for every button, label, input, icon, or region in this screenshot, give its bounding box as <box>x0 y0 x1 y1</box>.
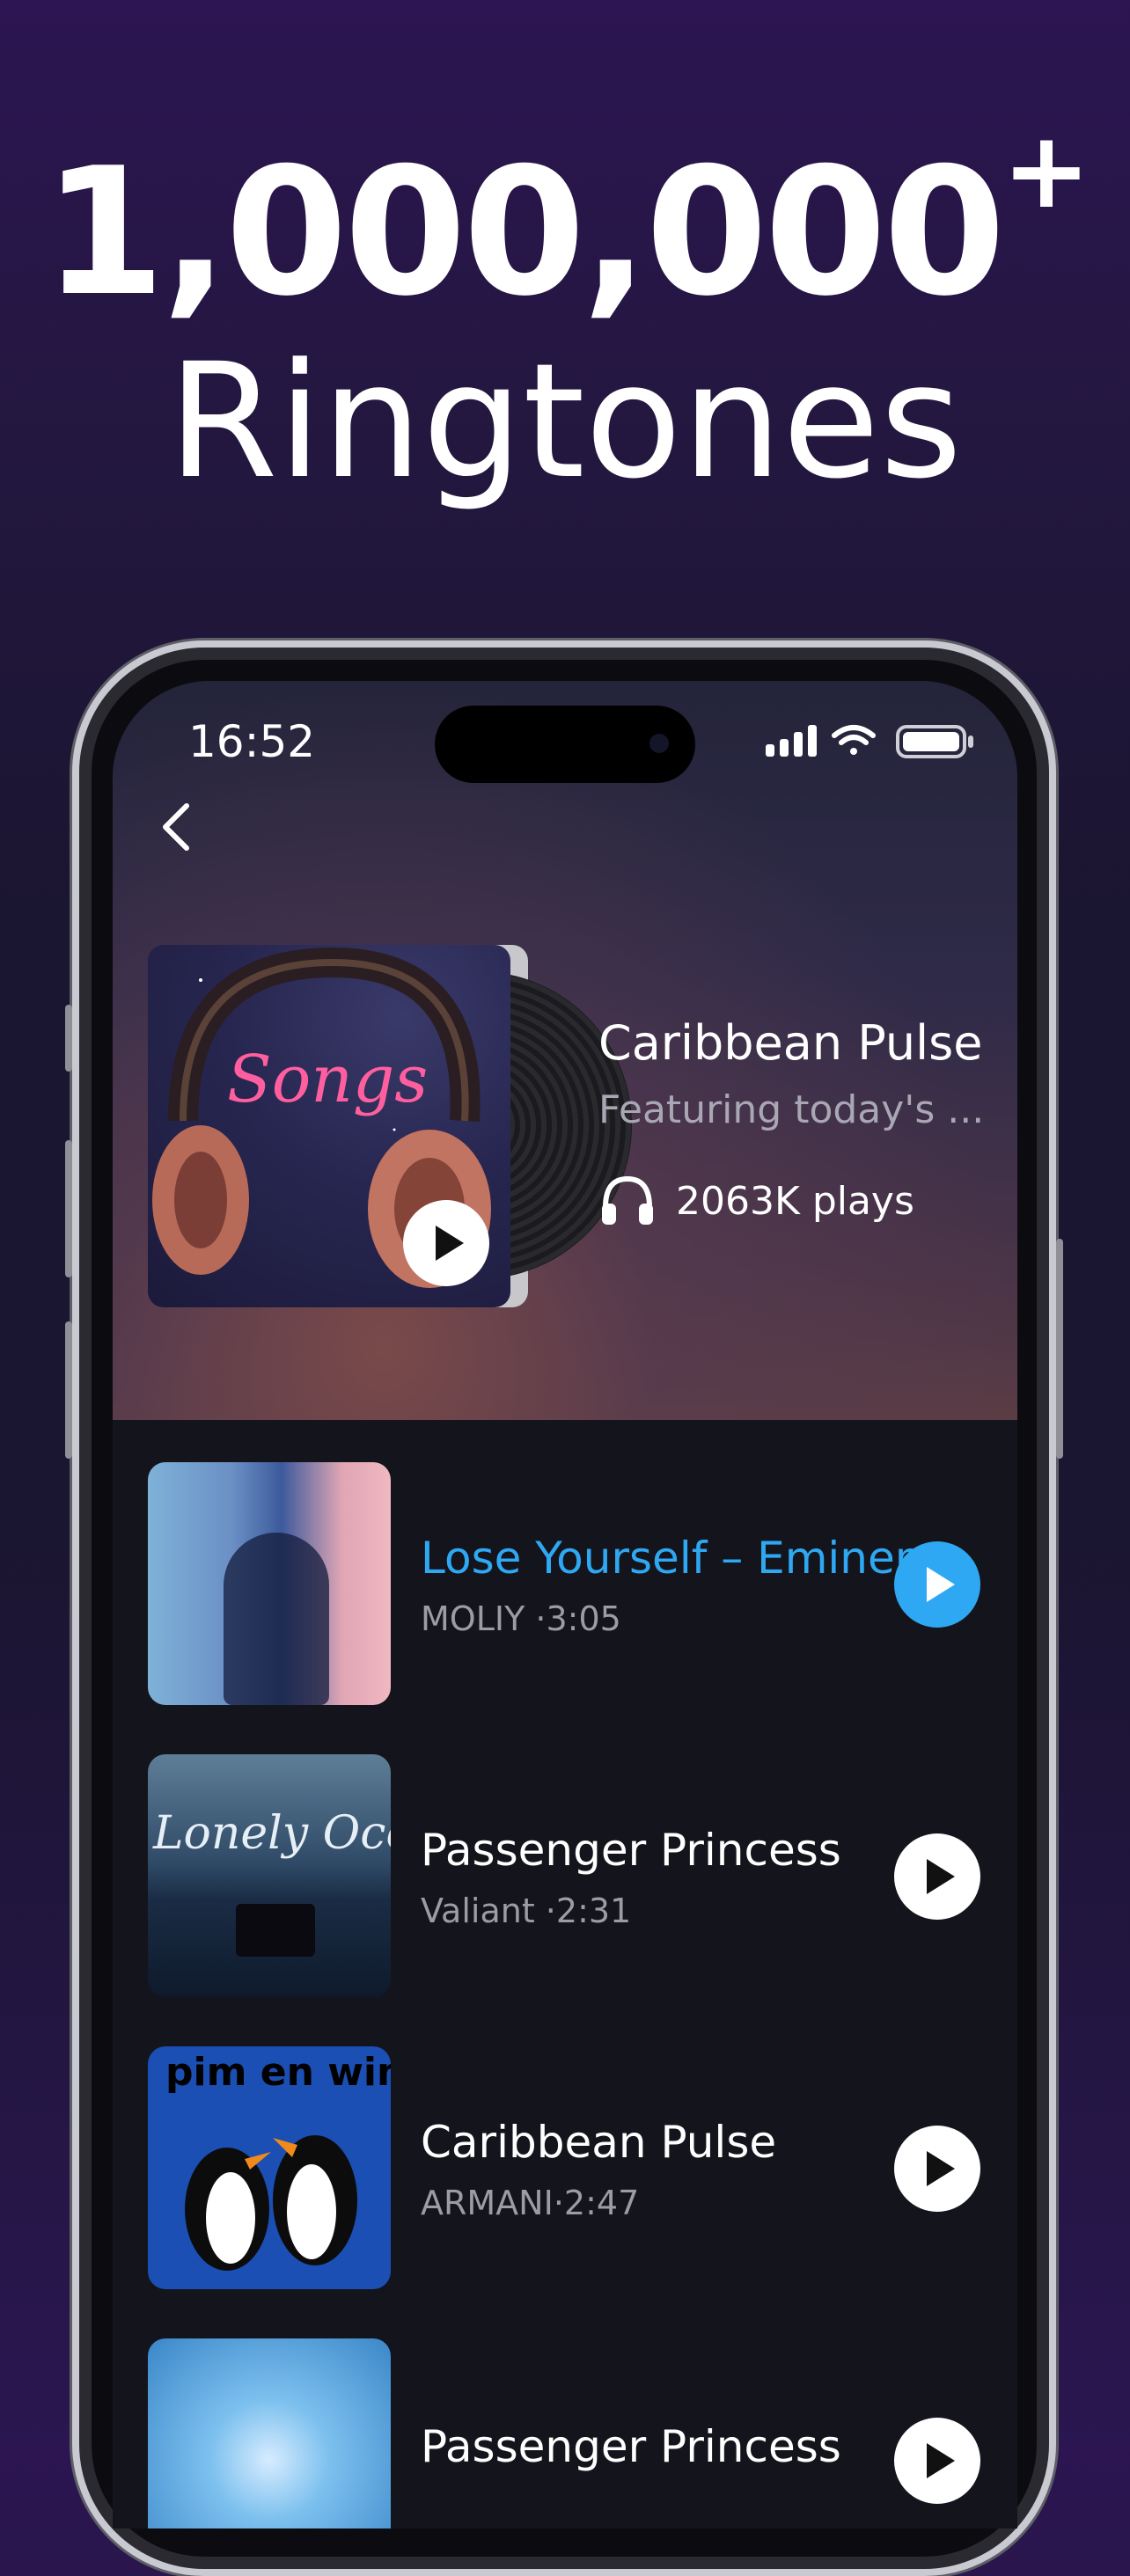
track-thumbnail: Lonely Ocean <box>148 1754 391 1997</box>
play-icon <box>436 1226 464 1261</box>
signal-icon <box>766 725 817 757</box>
playlist-title: Caribbean Pulse <box>598 1015 983 1071</box>
back-button[interactable] <box>148 795 209 857</box>
silhouette-image <box>224 1533 329 1705</box>
track-title: Caribbean Pulse <box>421 2117 777 2168</box>
playlist-plays: 2063K plays <box>598 1172 914 1230</box>
track-duration: 2:31 <box>555 1892 632 1930</box>
track-title: Passenger Princess <box>421 1825 841 1876</box>
play-playlist-button[interactable] <box>403 1200 489 1286</box>
volume-up-button <box>65 1140 72 1277</box>
play-button[interactable] <box>894 2418 980 2504</box>
phone-screen: 16:52 Songs Caribbean Pulse Featuring to… <box>113 681 1017 2528</box>
side-button <box>65 1005 72 1072</box>
play-icon <box>927 1567 955 1602</box>
headline-word: Ringtones <box>167 330 963 514</box>
power-button <box>1056 1239 1063 1459</box>
track-artist: MOLIY <box>421 1599 525 1638</box>
volume-down-button <box>65 1321 72 1459</box>
play-icon <box>927 1859 955 1894</box>
track-title: Lose Yourself – Eminem <box>421 1533 938 1584</box>
track-thumbnail: pim en wim <box>148 2046 391 2289</box>
track-meta: Valiant ·2:31 <box>421 1892 632 1930</box>
list-item[interactable]: pim en wim Caribbean Pulse ARMANI·2:47 <box>148 2046 993 2289</box>
playlist-subtitle: Featuring today's ... <box>598 1087 985 1132</box>
penguins-illustration <box>185 2135 357 2271</box>
track-title: Passenger Princess <box>421 2421 841 2472</box>
status-time: 16:52 <box>188 716 316 767</box>
track-duration: 3:05 <box>546 1599 621 1638</box>
list-item[interactable]: Lonely Ocean Passenger Princess Valiant … <box>148 1754 993 1997</box>
playlist-cover[interactable]: Songs <box>148 945 632 1307</box>
plays-count: 2063K plays <box>676 1178 914 1224</box>
track-artist: Valiant <box>421 1892 535 1930</box>
track-artist: ARMANI <box>421 2184 554 2222</box>
track-meta: MOLIY ·3:05 <box>421 1599 621 1638</box>
play-icon <box>927 2443 955 2478</box>
cover-text: Songs <box>227 1042 429 1117</box>
status-icons <box>766 725 973 758</box>
play-button[interactable] <box>894 1833 980 1920</box>
play-button[interactable] <box>894 1541 980 1628</box>
playlist-header: 16:52 Songs Caribbean Pulse Featuring to… <box>113 681 1017 1420</box>
play-button[interactable] <box>894 2126 980 2212</box>
headphones-icon <box>602 1175 653 1225</box>
camera-icon <box>649 734 669 753</box>
battery-icon <box>896 725 973 758</box>
dynamic-island <box>435 706 695 783</box>
headline-count-number: 1,000,000 <box>42 130 1006 335</box>
list-item[interactable]: Lose Yourself – Eminem MOLIY ·3:05 <box>148 1462 993 1705</box>
headline-plus: + <box>1002 110 1091 232</box>
piano-silhouette <box>236 1904 315 1957</box>
track-duration: 2:47 <box>563 2184 640 2222</box>
play-icon <box>927 2151 955 2186</box>
headline-count: 1,000,000+ <box>0 119 1130 321</box>
track-thumbnail <box>148 1462 391 1705</box>
chevron-left-icon <box>163 803 189 851</box>
track-thumbnail <box>148 2338 391 2528</box>
track-meta: ARMANI·2:47 <box>421 2184 640 2222</box>
wifi-icon <box>832 725 876 755</box>
cover-text: Lonely Ocean <box>153 1807 391 1860</box>
list-item[interactable]: Passenger Princess <box>148 2338 993 2528</box>
